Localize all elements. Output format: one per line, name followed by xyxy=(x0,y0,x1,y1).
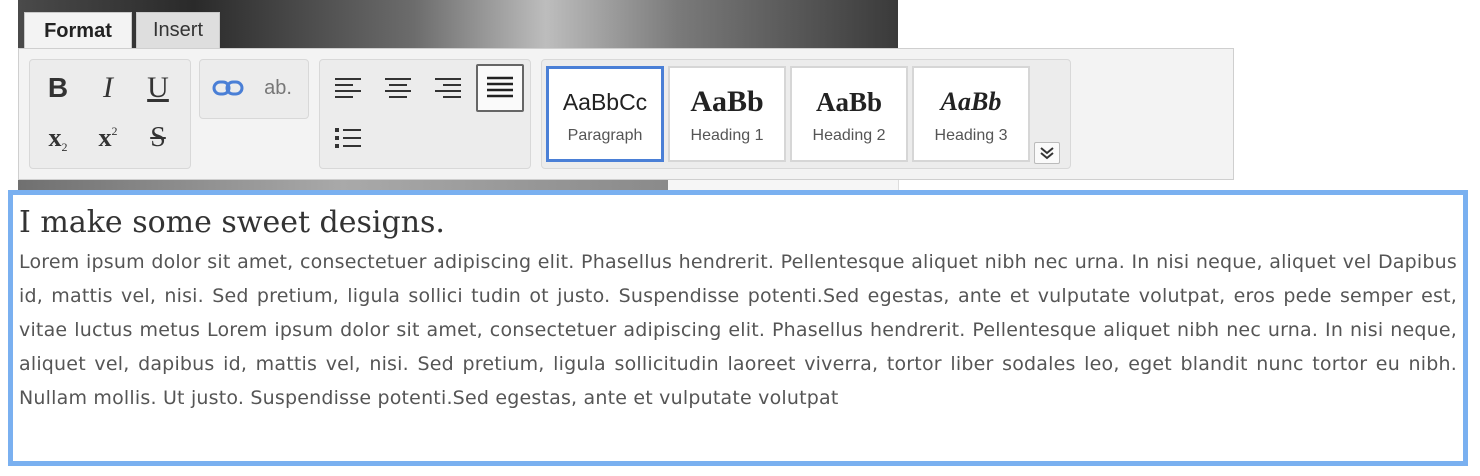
style-label: Heading 3 xyxy=(934,127,1008,144)
bold-button[interactable]: B xyxy=(36,66,80,110)
tab-format[interactable]: Format xyxy=(24,12,132,49)
link-icon xyxy=(212,80,244,96)
superscript-button[interactable]: x2 xyxy=(86,116,130,160)
editor-body-text[interactable]: Lorem ipsum dolor sit amet, consectetuer… xyxy=(19,245,1457,415)
style-heading-3[interactable]: AaBb Heading 3 xyxy=(912,66,1030,162)
subscript-mark-icon: 2 xyxy=(61,139,68,154)
style-label: Heading 2 xyxy=(812,127,886,144)
superscript-mark-icon: 2 xyxy=(111,123,118,138)
tab-insert[interactable]: Insert xyxy=(136,12,220,48)
text-style-group: B I U x2 x2 S xyxy=(29,59,191,169)
style-sample: AaBbCc xyxy=(562,89,648,115)
style-label: Paragraph xyxy=(567,127,643,144)
styles-group: AaBbCc Paragraph AaBb Heading 1 AaBb Hea… xyxy=(541,59,1071,169)
underline-button[interactable]: U xyxy=(136,66,180,110)
bullet-list-icon xyxy=(335,128,361,148)
italic-button[interactable]: I xyxy=(86,66,130,110)
editor-heading[interactable]: I make some sweet designs. xyxy=(19,203,1457,243)
bullet-list-button[interactable] xyxy=(326,116,370,160)
align-right-icon xyxy=(435,78,461,98)
subscript-label: x xyxy=(48,123,62,152)
rich-text-editor[interactable]: I make some sweet designs. Lorem ipsum d… xyxy=(8,190,1468,466)
style-sample: AaBb xyxy=(690,85,764,118)
justify-icon xyxy=(487,76,513,98)
style-sample: AaBb xyxy=(815,87,883,117)
style-label: Heading 1 xyxy=(690,127,764,144)
justify-button[interactable] xyxy=(476,64,524,112)
style-paragraph[interactable]: AaBbCc Paragraph xyxy=(546,66,664,162)
align-left-icon xyxy=(335,78,361,98)
format-toolbar: B I U x2 x2 S ab. AaBbCc Paragraph AaBb … xyxy=(18,48,1234,180)
align-center-button[interactable] xyxy=(376,66,420,110)
style-heading-1[interactable]: AaBb Heading 1 xyxy=(668,66,786,162)
align-center-icon xyxy=(385,78,411,98)
link-group: ab. xyxy=(199,59,309,119)
strikethrough-button[interactable]: S xyxy=(136,116,180,160)
link-button[interactable] xyxy=(206,66,250,110)
double-chevron-down-icon xyxy=(1040,147,1054,160)
align-left-button[interactable] xyxy=(326,66,370,110)
style-heading-2[interactable]: AaBb Heading 2 xyxy=(790,66,908,162)
clear-format-button[interactable]: ab. xyxy=(256,66,300,110)
align-right-button[interactable] xyxy=(426,66,470,110)
superscript-label: x xyxy=(98,123,112,152)
alignment-group xyxy=(319,59,531,169)
style-sample: AaBb xyxy=(940,87,1002,116)
subscript-button[interactable]: x2 xyxy=(36,116,80,160)
more-styles-button[interactable] xyxy=(1034,142,1060,164)
